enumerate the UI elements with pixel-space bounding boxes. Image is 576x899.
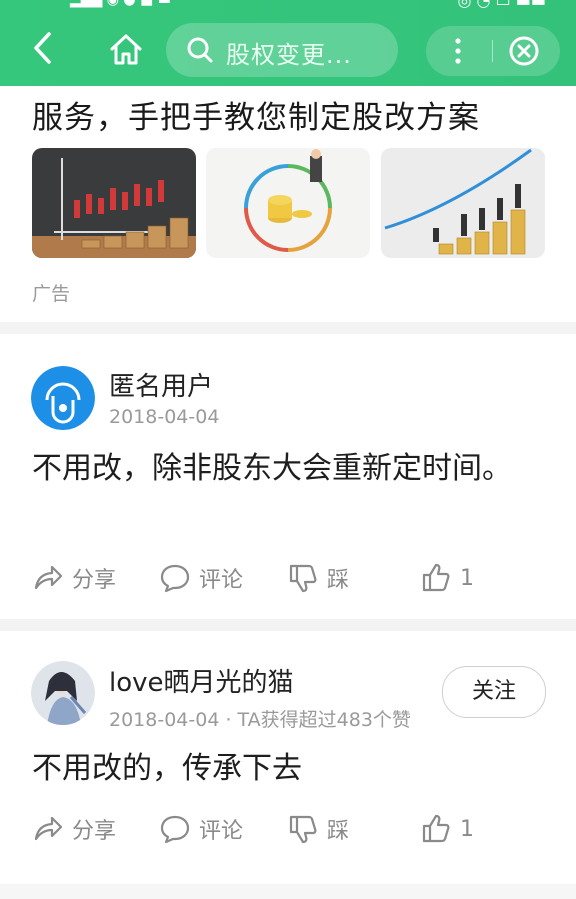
- comment-label: 评论: [199, 568, 244, 593]
- top-navigation-bar: ▂▄▆ ◉ ● ■ ▬ ◎ ◔ ▭ ▬▬ 股权变更...: [0, 0, 576, 86]
- share-icon: [34, 816, 63, 841]
- like-button[interactable]: 1: [420, 561, 474, 595]
- section-divider: [0, 322, 576, 334]
- share-label: 分享: [72, 819, 117, 844]
- close-icon[interactable]: [508, 35, 540, 67]
- answer-text: 不用改，除非股东大会重新定时间。: [32, 451, 512, 486]
- search-icon: [186, 36, 214, 64]
- avatar[interactable]: [31, 661, 95, 725]
- search-query: 股权变更...: [226, 41, 352, 69]
- share-label: 分享: [72, 568, 117, 593]
- like-count: 1: [460, 816, 474, 842]
- share-button[interactable]: 分享: [32, 561, 116, 595]
- ad-image-stock-chart[interactable]: [32, 148, 196, 258]
- thumbs-down-icon: [289, 564, 317, 593]
- search-box[interactable]: 股权变更...: [166, 23, 398, 77]
- like-count: 1: [460, 565, 474, 591]
- thumbs-up-icon: [422, 563, 450, 592]
- back-icon[interactable]: [24, 28, 64, 68]
- dislike-button[interactable]: 踩: [287, 812, 349, 846]
- status-icons: ▂▄▆ ◉ ● ■ ▬: [70, 0, 171, 8]
- share-icon: [34, 565, 63, 590]
- more-options-icon[interactable]: [448, 36, 468, 66]
- comment-button[interactable]: 评论: [159, 561, 243, 595]
- post-meta: 2018-04-04 · TA获得超过483个赞: [109, 709, 411, 731]
- divider: [492, 40, 493, 62]
- status-bar: ▂▄▆ ◉ ● ■ ▬ ◎ ◔ ▭ ▬▬: [0, 0, 576, 10]
- username[interactable]: love晒月光的猫: [109, 662, 294, 699]
- post-date: 2018-04-04: [109, 406, 220, 428]
- dislike-button[interactable]: 踩: [287, 561, 349, 595]
- comment-label: 评论: [199, 819, 244, 844]
- comment-icon: [160, 564, 190, 593]
- follow-button[interactable]: 关注: [442, 666, 546, 718]
- comment-button[interactable]: 评论: [159, 812, 243, 846]
- answer-text: 不用改的，传承下去: [32, 751, 302, 786]
- dislike-label: 踩: [327, 819, 350, 844]
- like-button[interactable]: 1: [420, 812, 474, 846]
- comment-icon: [160, 815, 190, 844]
- share-button[interactable]: 分享: [32, 812, 116, 846]
- avatar[interactable]: [31, 366, 95, 430]
- dislike-label: 踩: [327, 568, 350, 593]
- status-icons-right: ◎ ◔ ▭ ▬▬: [457, 0, 546, 10]
- home-icon[interactable]: [106, 30, 146, 70]
- ad-image-growth-coins[interactable]: [381, 148, 545, 258]
- section-divider: [0, 884, 576, 899]
- ad-label: 广告: [32, 283, 71, 305]
- thumbs-up-icon: [422, 814, 450, 843]
- ad-title[interactable]: 服务，手把手教您制定股改方案: [32, 92, 480, 137]
- ad-image-cycle-diagram[interactable]: [206, 148, 370, 258]
- menu-capsule: [426, 26, 560, 76]
- username[interactable]: 匿名用户: [109, 366, 213, 403]
- section-divider: [0, 619, 576, 631]
- thumbs-down-icon: [289, 815, 317, 844]
